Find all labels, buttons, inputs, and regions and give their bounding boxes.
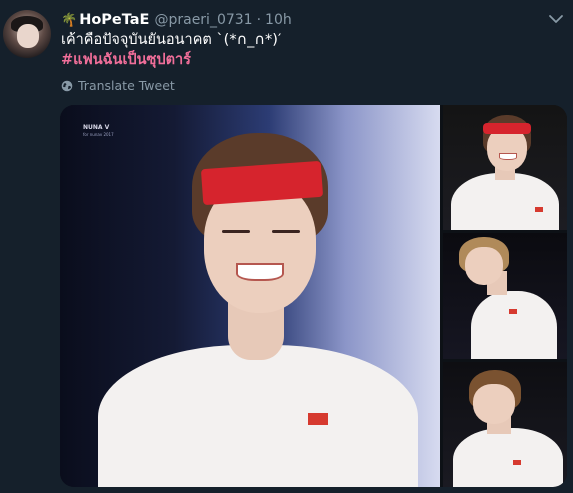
watermark: NUNA V for nunav 2017 xyxy=(83,124,114,138)
shirt-patch xyxy=(509,309,517,314)
watermark-title: NUNA V xyxy=(83,124,110,131)
avatar-face xyxy=(17,24,39,48)
globe-icon xyxy=(61,80,73,91)
shirt xyxy=(451,173,559,230)
side-photo-1[interactable] xyxy=(443,105,567,230)
smile xyxy=(499,153,517,160)
tweet-header: 🌴 HoPeTaE @praeri_0731 · 10h xyxy=(61,10,292,30)
tweet-text: เค้าคือปัจจุบันยันอนาคต `(*∩_∩*)′ xyxy=(61,32,282,48)
side-photo-3[interactable] xyxy=(443,362,567,487)
shirt-patch xyxy=(308,413,328,425)
timestamp[interactable]: 10h xyxy=(265,12,292,28)
chevron-down-icon[interactable] xyxy=(548,13,564,25)
translate-tweet-link[interactable]: Translate Tweet xyxy=(61,78,175,93)
user-handle[interactable]: @praeri_0731 xyxy=(154,12,252,28)
face xyxy=(473,384,515,424)
shirt-patch xyxy=(513,460,521,465)
separator-dot: · xyxy=(256,12,262,28)
eye-left xyxy=(222,230,250,233)
shirt-patch xyxy=(535,207,543,212)
palm-tree-emoji: 🌴 xyxy=(61,12,78,28)
side-photo-2[interactable] xyxy=(443,233,567,359)
face xyxy=(465,247,503,285)
shirt xyxy=(471,291,557,359)
media-grid: NUNA V for nunav 2017 xyxy=(60,105,567,487)
shirt xyxy=(453,428,563,487)
translate-label: Translate Tweet xyxy=(78,78,175,93)
smile xyxy=(236,263,284,281)
main-photo[interactable]: NUNA V for nunav 2017 xyxy=(60,105,440,487)
display-name[interactable]: HoPeTaE xyxy=(79,12,149,28)
shirt xyxy=(98,345,418,487)
bandana xyxy=(483,123,531,134)
avatar[interactable] xyxy=(3,10,51,58)
eye-right xyxy=(272,230,300,233)
hashtag-link[interactable]: #แฟนฉันเป็นซุปตาร์ xyxy=(61,50,191,70)
watermark-sub: for nunav 2017 xyxy=(83,132,114,137)
